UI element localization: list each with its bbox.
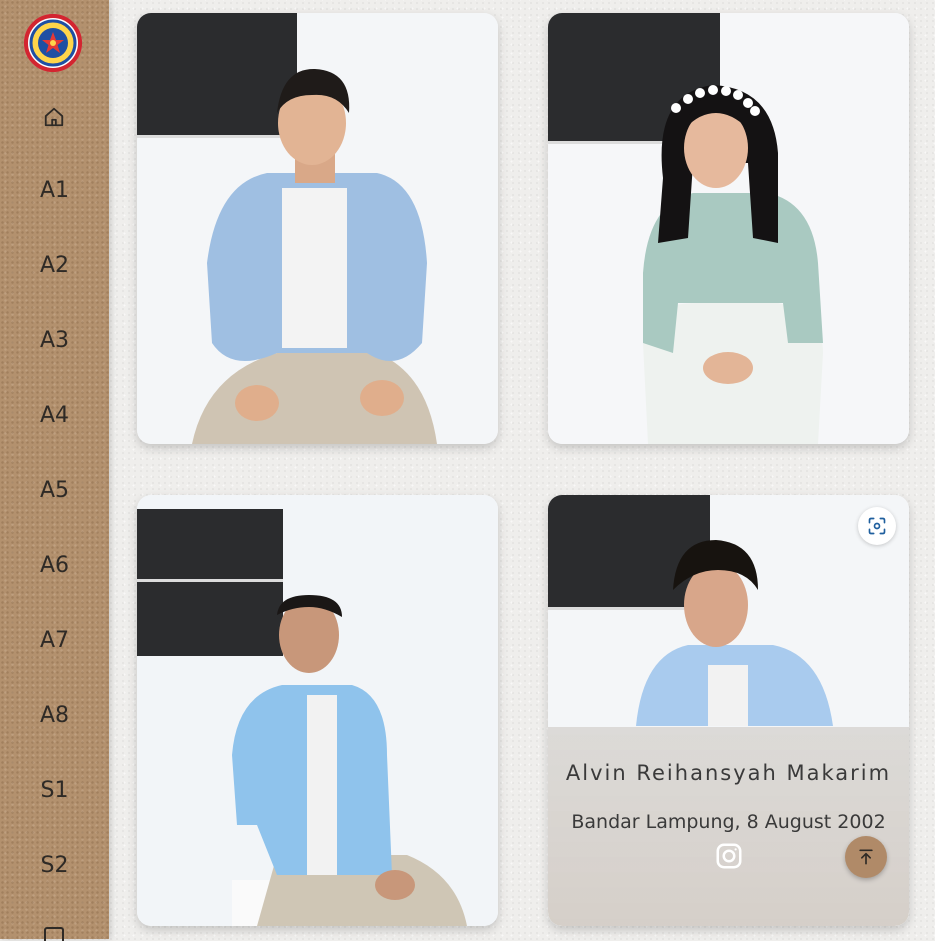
sidebar-item-a1[interactable]: A1: [0, 178, 109, 203]
sidebar-item-a3[interactable]: A3: [0, 328, 109, 353]
scroll-to-top-button[interactable]: [845, 836, 887, 878]
student-photo: [137, 495, 498, 926]
scan-icon: [868, 517, 886, 535]
school-emblem-icon[interactable]: [24, 14, 82, 72]
sidebar-item-a8[interactable]: A8: [0, 703, 109, 728]
instagram-icon[interactable]: [714, 841, 744, 871]
student-photo: [137, 13, 498, 444]
student-photo: [548, 13, 909, 444]
student-card-active[interactable]: Alvin Reihansyah Makarim Bandar Lampung,…: [548, 495, 909, 926]
student-card[interactable]: [137, 13, 498, 444]
student-card[interactable]: [137, 495, 498, 926]
sidebar-item-a4[interactable]: A4: [0, 403, 109, 428]
sidebar-item-a7[interactable]: A7: [0, 628, 109, 653]
arrow-to-top-icon: [859, 849, 873, 865]
sidebar-item-a6[interactable]: A6: [0, 553, 109, 578]
sidebar-item-a2[interactable]: A2: [0, 253, 109, 278]
sidebar: A1 A2 A3 A4 A5 A6 A7 A8 S1 S2: [0, 0, 109, 941]
student-card[interactable]: [548, 13, 909, 444]
home-icon[interactable]: [43, 106, 65, 128]
sidebar-item-s1[interactable]: S1: [0, 778, 109, 803]
student-name: Alvin Reihansyah Makarim: [565, 761, 892, 785]
student-birth-info: Bandar Lampung, 8 August 2002: [571, 811, 886, 833]
sidebar-item-s2[interactable]: S2: [0, 853, 109, 878]
sidebar-item-a5[interactable]: A5: [0, 478, 109, 503]
scan-button[interactable]: [858, 507, 896, 545]
